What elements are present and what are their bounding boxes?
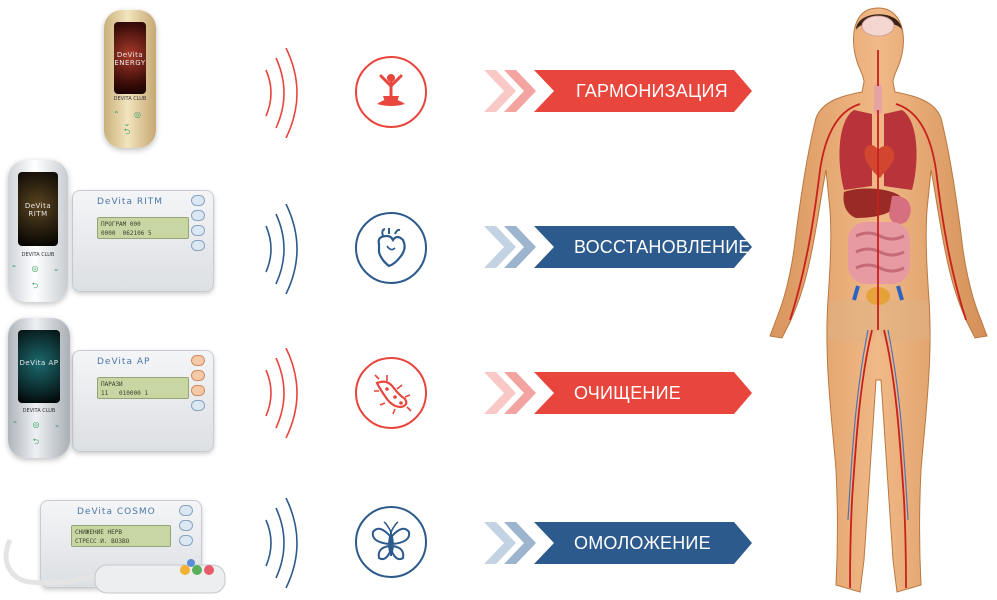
- device-screen-label: DeVita RITM: [24, 201, 52, 218]
- device-back-key: ⮌: [31, 281, 45, 290]
- device-screen-label: DeVita AP: [19, 359, 59, 368]
- antenna-button: [179, 505, 193, 516]
- device-keys: ⌃ ◎ ⌄: [10, 264, 66, 273]
- devita-ritm-device: DeVita RITM DEVITA CLUB ⌃ ◎ ⌄ ⮌: [8, 160, 68, 302]
- butterfly-icon: [355, 506, 427, 578]
- devita-energy-device: DeVita ENERGY DEVITA CLUB ⌃ ◎ ⌄ ⮌: [104, 10, 156, 148]
- power-button: [191, 400, 205, 411]
- device-screen: DeVita RITM: [18, 172, 58, 246]
- banner-label: ВОССТАНОВЛЕНИЕ: [574, 237, 751, 257]
- devita-ritm-panel: DeVita RITM ПРОГРАМ 000 0000 062106 5: [72, 190, 214, 292]
- human-anatomy-illustration: [769, 7, 988, 593]
- panel-title: DeVita COSMO: [77, 507, 156, 517]
- down-button: [191, 225, 205, 236]
- panel-buttons: [191, 355, 207, 415]
- panel-lcd: ПРОГРАМ 000 0000 062106 5: [97, 217, 189, 239]
- device-back-key: ⮌: [32, 437, 46, 446]
- devita-ap-panel: DeVita AP ПАРАЗИ 11 010000 1: [72, 350, 214, 452]
- device-brand: DEVITA CLUB: [21, 252, 55, 258]
- device-back-key: ⮌: [123, 127, 137, 136]
- device-screen: DeVita ENERGY: [114, 22, 146, 94]
- panel-title: DeVita AP: [97, 357, 151, 367]
- signal-waves: [265, 204, 298, 294]
- device-screen: DeVita AP: [18, 330, 60, 403]
- signal-waves: [265, 48, 298, 138]
- up-button: [191, 370, 205, 381]
- banner-label: ОЧИЩЕНИЕ: [574, 383, 681, 403]
- bacteria-icon: [355, 357, 427, 429]
- device-screen-label: DeVita ENERGY: [114, 50, 146, 67]
- signal-waves: [265, 348, 298, 438]
- banner-label: ОМОЛОЖЕНИЕ: [574, 533, 711, 553]
- panel-buttons: [191, 195, 207, 255]
- power-button: [191, 240, 205, 251]
- banner-label: ГАРМОНИЗАЦИЯ: [576, 81, 728, 101]
- panel-lcd: ПАРАЗИ 11 010000 1: [97, 377, 189, 399]
- antenna-button: [191, 355, 205, 366]
- heart-organ-icon: [355, 212, 427, 284]
- device-keys: ⌃ ◎ ⌄: [11, 420, 67, 429]
- signal-waves: [265, 498, 298, 588]
- devita-ap-device: DeVita AP DEVITA CLUB ⌃ ◎ ⌄ ⮌: [8, 318, 70, 458]
- down-button: [191, 385, 205, 396]
- up-button: [191, 210, 205, 221]
- lotus-meditation-icon: [355, 56, 427, 128]
- device-brand: DEVITA CLUB: [113, 96, 147, 102]
- cosmo-applicator: [3, 538, 226, 594]
- device-brand: DEVITA CLUB: [22, 408, 56, 414]
- antenna-button: [191, 195, 205, 206]
- panel-title: DeVita RITM: [97, 197, 164, 207]
